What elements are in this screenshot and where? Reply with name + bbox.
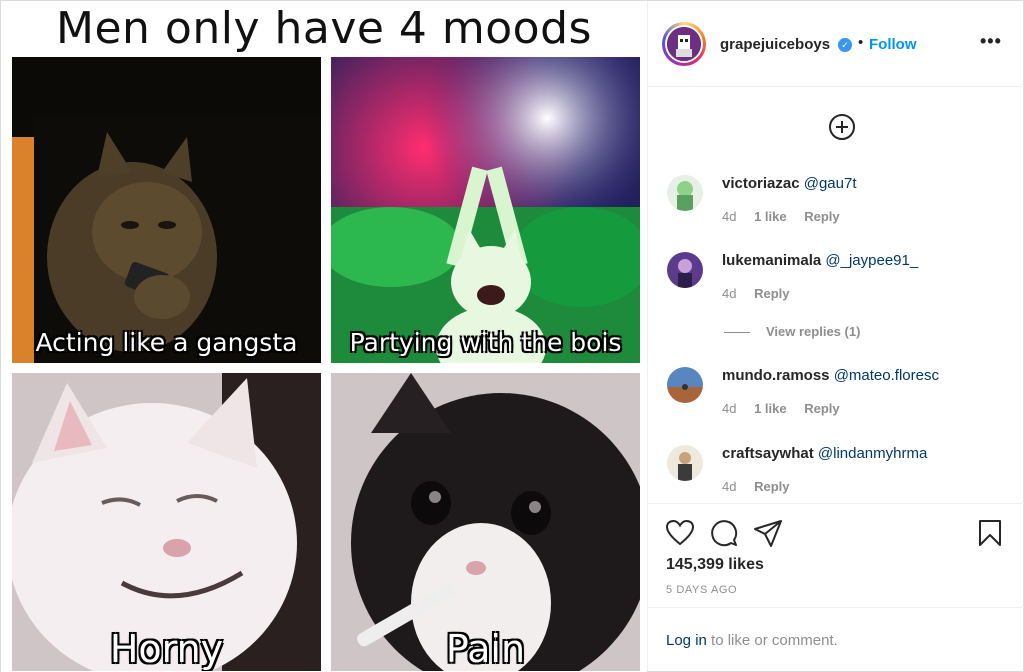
commenter-avatar[interactable] bbox=[667, 252, 703, 288]
bookmark-icon[interactable] bbox=[975, 518, 1005, 548]
replies-divider bbox=[724, 332, 750, 334]
likes-count[interactable]: 145,399 likes bbox=[666, 556, 764, 574]
panel-caption: Partying with the bois bbox=[349, 328, 622, 357]
meme-panel-gangsta: Acting like a gangsta bbox=[12, 57, 321, 363]
commenter-avatar[interactable] bbox=[667, 175, 703, 211]
comment-meta: 4d Reply bbox=[722, 479, 804, 494]
comment-username[interactable]: lukemanimala bbox=[722, 252, 821, 269]
panel-caption: Horny bbox=[109, 627, 224, 671]
panel-caption: Acting like a gangsta bbox=[35, 328, 298, 357]
add-circle-icon[interactable] bbox=[828, 113, 856, 141]
instagram-post: Men only have 4 moods Acting like a gang… bbox=[0, 0, 1024, 672]
comment-likes[interactable]: 1 like bbox=[754, 209, 787, 224]
comment-mention[interactable]: @mateo.floresc bbox=[834, 367, 939, 384]
reply-button[interactable]: Reply bbox=[754, 479, 789, 494]
comment-item: mundo.ramoss @mateo.floresc 4d 1 like Re… bbox=[648, 367, 1024, 427]
reply-button[interactable]: Reply bbox=[804, 209, 839, 224]
post-image[interactable]: Men only have 4 moods Acting like a gang… bbox=[1, 1, 647, 672]
comment-icon[interactable] bbox=[709, 518, 739, 548]
comment-age: 4d bbox=[722, 479, 737, 494]
comment-likes[interactable]: 1 like bbox=[754, 401, 787, 416]
meme-panel-pain: Pain bbox=[331, 373, 640, 671]
share-icon[interactable] bbox=[753, 518, 783, 548]
author-username[interactable]: grapejuiceboys bbox=[720, 36, 830, 53]
panel-caption: Pain bbox=[445, 627, 526, 671]
post-timestamp: 5 DAYS AGO bbox=[666, 584, 738, 596]
login-link[interactable]: Log in bbox=[666, 632, 707, 649]
commenter-avatar[interactable] bbox=[667, 367, 703, 403]
follow-button[interactable]: Follow bbox=[869, 36, 917, 53]
comment-mention[interactable]: @lindanmyhrma bbox=[818, 445, 927, 462]
login-prompt: Log in to like or comment. bbox=[648, 607, 1024, 671]
comment-age: 4d bbox=[722, 401, 737, 416]
comment-age: 4d bbox=[722, 209, 737, 224]
comment-meta: 4d 1 like Reply bbox=[722, 209, 854, 224]
comment-item: lukemanimala @_jaypee91_ 4d Reply bbox=[648, 252, 1024, 312]
avatar-image bbox=[667, 27, 701, 61]
comment-meta: 4d 1 like Reply bbox=[722, 401, 854, 416]
post-header: grapejuiceboys ✓ • Follow ••• bbox=[648, 1, 1024, 87]
more-icon[interactable]: ••• bbox=[980, 31, 1002, 52]
meme-panel-party: Partying with the bois bbox=[331, 57, 640, 363]
meme-panel-horny: Horny bbox=[12, 373, 321, 671]
reply-button[interactable]: Reply bbox=[754, 286, 789, 301]
comment-meta: 4d Reply bbox=[722, 286, 804, 301]
avatar[interactable] bbox=[662, 22, 706, 66]
comment-username[interactable]: mundo.ramoss bbox=[722, 367, 830, 384]
verified-icon: ✓ bbox=[838, 38, 852, 52]
gangsta-cat-picture bbox=[12, 117, 321, 363]
commenter-avatar[interactable] bbox=[667, 445, 703, 481]
login-prompt-text: to like or comment. bbox=[706, 632, 838, 649]
comment-mention[interactable]: @gau7t bbox=[804, 175, 857, 192]
reply-button[interactable]: Reply bbox=[804, 401, 839, 416]
comment-age: 4d bbox=[722, 286, 737, 301]
party-cat-picture bbox=[331, 57, 640, 363]
comment-item: craftsaywhat @lindanmyhrma 4d Reply bbox=[648, 445, 1024, 505]
post-sidebar: grapejuiceboys ✓ • Follow ••• victoriaza… bbox=[647, 1, 1024, 671]
comment-item: victoriazac @gau7t 4d 1 like Reply bbox=[648, 175, 1024, 235]
heart-icon[interactable] bbox=[665, 518, 695, 548]
view-replies-button[interactable]: View replies (1) bbox=[724, 324, 860, 339]
post-actions: 145,399 likes 5 DAYS AGO bbox=[648, 503, 1024, 607]
meme-title: Men only have 4 moods bbox=[56, 3, 592, 54]
view-replies-label: View replies (1) bbox=[766, 324, 861, 339]
separator-dot: • bbox=[858, 34, 864, 51]
comment-username[interactable]: victoriazac bbox=[722, 175, 800, 192]
comment-mention[interactable]: @_jaypee91_ bbox=[825, 252, 918, 269]
comment-username[interactable]: craftsaywhat bbox=[722, 445, 814, 462]
